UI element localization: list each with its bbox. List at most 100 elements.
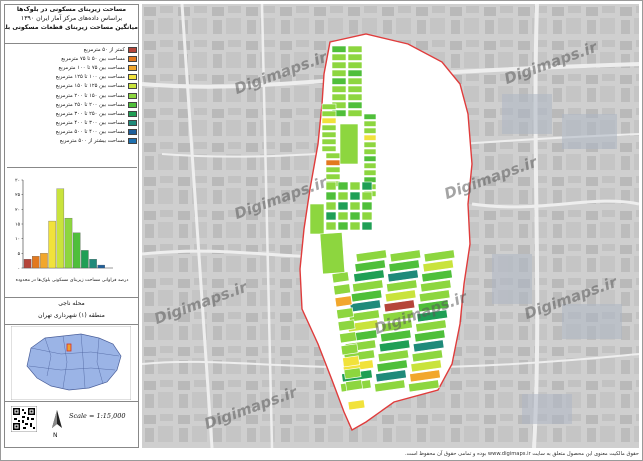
residential-block[interactable] bbox=[331, 61, 347, 69]
residential-block[interactable] bbox=[334, 295, 353, 308]
map-info-box: N Scale = 1:15,000 bbox=[5, 401, 138, 448]
residential-block[interactable] bbox=[361, 211, 373, 221]
residential-block[interactable] bbox=[363, 127, 377, 134]
legend-label: مساحت بیشتر از ۵۰۰ مترمربع bbox=[59, 138, 125, 145]
residential-block[interactable] bbox=[331, 271, 350, 284]
residential-block[interactable] bbox=[363, 176, 377, 183]
legend-swatch bbox=[128, 92, 137, 99]
residential-block[interactable] bbox=[340, 343, 359, 356]
residential-block[interactable] bbox=[325, 181, 337, 191]
residential-block[interactable] bbox=[321, 145, 337, 152]
residential-block[interactable] bbox=[325, 166, 341, 173]
residential-block[interactable] bbox=[321, 131, 337, 138]
legend-swatch bbox=[128, 74, 137, 81]
residential-block[interactable] bbox=[321, 138, 337, 145]
residential-block[interactable] bbox=[333, 283, 351, 296]
residential-block[interactable] bbox=[325, 152, 341, 159]
residential-block[interactable] bbox=[337, 221, 349, 231]
residential-block[interactable] bbox=[363, 148, 377, 155]
histogram-caption: درصد فراوانی مساحت زیربنای مسکونی بلوک‌ه… bbox=[15, 278, 129, 283]
residential-block[interactable] bbox=[363, 169, 377, 176]
residential-block[interactable] bbox=[337, 181, 349, 191]
legend-swatch bbox=[128, 110, 137, 117]
neighborhood-marker bbox=[66, 343, 72, 352]
residential-block[interactable] bbox=[363, 113, 377, 120]
residential-block[interactable] bbox=[321, 117, 337, 124]
residential-block[interactable] bbox=[361, 181, 373, 191]
residential-block[interactable] bbox=[361, 221, 373, 231]
residential-block[interactable] bbox=[339, 123, 359, 165]
residential-block[interactable] bbox=[321, 103, 337, 110]
residential-block[interactable] bbox=[325, 173, 341, 180]
residential-block[interactable] bbox=[347, 85, 363, 93]
histogram-tick-label: ۵ bbox=[18, 252, 21, 257]
residential-block[interactable] bbox=[325, 159, 341, 166]
residential-block[interactable] bbox=[342, 355, 360, 368]
legend-swatch bbox=[128, 138, 137, 145]
legend-title: میانگین مساحت زیربنای قطعات مسکونی بلوک‌… bbox=[5, 24, 138, 31]
residential-block[interactable] bbox=[331, 45, 347, 53]
residential-block[interactable] bbox=[345, 379, 363, 392]
residential-block[interactable] bbox=[321, 124, 337, 131]
north-label: N bbox=[53, 432, 58, 439]
residential-block[interactable] bbox=[347, 101, 363, 109]
north-arrow-icon bbox=[52, 410, 62, 428]
residential-block[interactable] bbox=[336, 307, 354, 320]
residential-block[interactable] bbox=[347, 77, 363, 85]
residential-block[interactable] bbox=[347, 109, 363, 117]
residential-block[interactable] bbox=[361, 191, 373, 201]
residential-block[interactable] bbox=[349, 181, 361, 191]
residential-block[interactable] bbox=[363, 162, 377, 169]
residential-block[interactable] bbox=[309, 203, 325, 235]
main-map[interactable]: Digimaps.ir Digimaps.ir Digimaps.ir Digi… bbox=[142, 4, 639, 448]
residential-block[interactable] bbox=[321, 110, 337, 117]
legend-item: کمتر از ۵۰ مترمربع bbox=[7, 45, 137, 54]
residential-block[interactable] bbox=[331, 69, 347, 77]
residential-block[interactable] bbox=[363, 155, 377, 162]
histogram-bar bbox=[23, 259, 32, 269]
legend-label: مساحت بین ۲۵۰ تا ۳۰۰ مترمربع bbox=[55, 110, 125, 117]
district-name: منطقه (۱) شهرداری تهران bbox=[38, 312, 105, 319]
residential-block[interactable] bbox=[363, 141, 377, 148]
residential-block[interactable] bbox=[337, 191, 349, 201]
legend-item: مساحت بین ۲۵۰ تا ۳۰۰ مترمربع bbox=[7, 109, 137, 118]
residential-block[interactable] bbox=[347, 53, 363, 61]
residential-block[interactable] bbox=[337, 211, 349, 221]
qr-code-icon bbox=[11, 406, 37, 432]
residential-block[interactable] bbox=[319, 232, 346, 275]
residential-block[interactable] bbox=[363, 134, 377, 141]
residential-block[interactable] bbox=[361, 201, 373, 211]
residential-block[interactable] bbox=[343, 367, 362, 380]
residential-block[interactable] bbox=[325, 191, 337, 201]
residential-block[interactable] bbox=[337, 319, 356, 332]
scale-label: Scale = 1:15,000 bbox=[69, 412, 126, 420]
legend-swatch bbox=[128, 55, 137, 62]
residential-block[interactable] bbox=[331, 77, 347, 85]
residential-block[interactable] bbox=[331, 93, 347, 101]
residential-block[interactable] bbox=[347, 69, 363, 77]
residential-block[interactable] bbox=[325, 211, 337, 221]
legend-label: مساحت بین ۳۰۰ تا ۴۰۰ مترمربع bbox=[55, 120, 125, 127]
residential-block[interactable] bbox=[339, 331, 357, 344]
legend-label: مساحت بین ۵۰ تا ۷۵ مترمربع bbox=[61, 55, 125, 62]
histogram-tick-label: ۰ bbox=[18, 267, 20, 272]
residential-block[interactable] bbox=[331, 53, 347, 61]
residential-block[interactable] bbox=[349, 221, 361, 231]
residential-block[interactable] bbox=[325, 221, 337, 231]
legend-panel: مساحت زیربنای مسکونی در بلوک‌ها براساس د… bbox=[4, 4, 139, 448]
legend-swatch bbox=[128, 129, 137, 136]
residential-block[interactable] bbox=[347, 61, 363, 69]
residential-block[interactable] bbox=[331, 85, 347, 93]
histogram-svg: ۰ ۵ ۱۰ ۱۵ ۲۰ ۲۵ ۳۰ bbox=[15, 178, 113, 272]
legend-swatch bbox=[128, 101, 137, 108]
histogram-bar bbox=[72, 232, 81, 269]
residential-block[interactable] bbox=[349, 201, 361, 211]
residential-block[interactable] bbox=[325, 201, 337, 211]
residential-block[interactable] bbox=[347, 93, 363, 101]
residential-block[interactable] bbox=[349, 191, 361, 201]
residential-block[interactable] bbox=[363, 120, 377, 127]
residential-block[interactable] bbox=[349, 211, 361, 221]
residential-block[interactable] bbox=[337, 201, 349, 211]
residential-block[interactable] bbox=[347, 45, 363, 53]
histogram-bar bbox=[64, 217, 73, 269]
